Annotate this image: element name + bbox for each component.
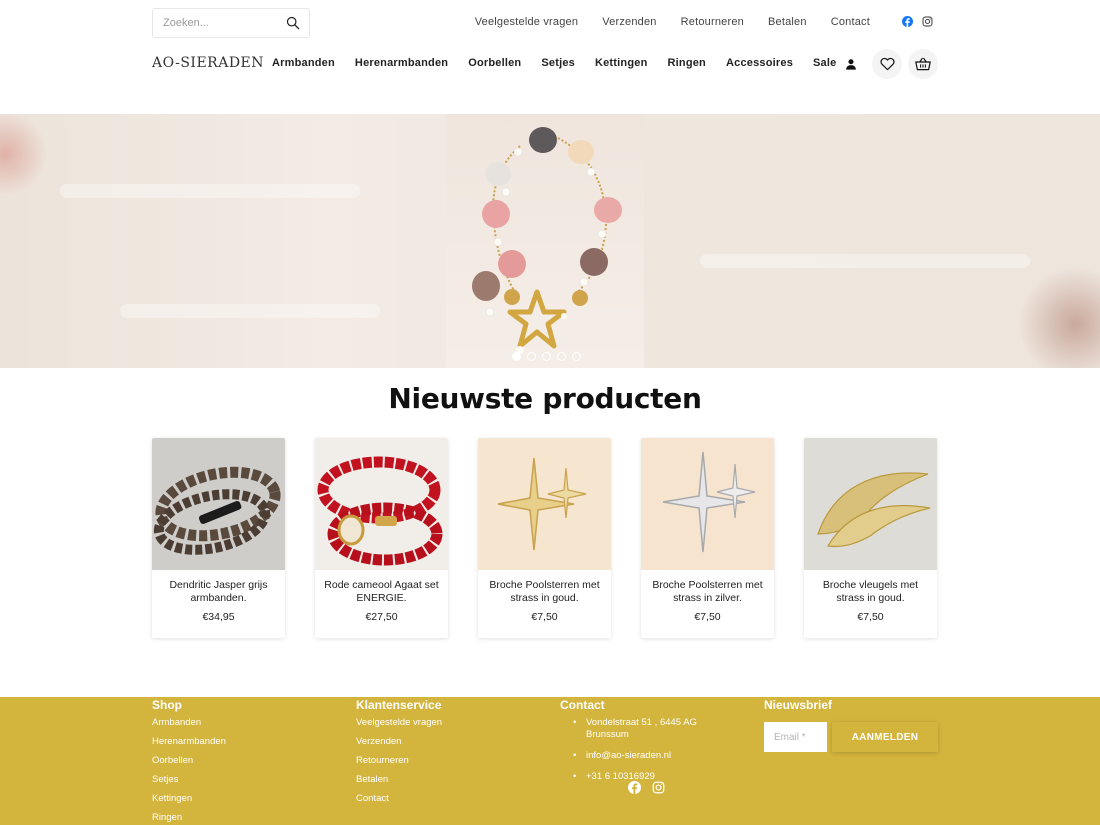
nav-item-sale[interactable]: Sale [813,57,836,69]
basket-icon [915,57,931,71]
footer-heading: Shop [152,698,182,712]
nav-item-accessoires[interactable]: Accessoires [726,57,793,69]
top-link-faq[interactable]: Veelgestelde vragen [475,16,579,28]
heart-icon [879,57,895,71]
facebook-icon[interactable] [902,16,913,27]
product-title[interactable]: Rode cameool Agaat set ENERGIE. [315,570,448,608]
footer-contact-column: Contact Vondelstraat 51 , 6445 AG Brunss… [560,697,720,794]
product-image [315,438,448,570]
footer-service-column: Klantenservice Veelgestelde vragen Verze… [356,697,442,812]
site-footer: Shop Armbanden Herenarmbanden Oorbellen … [0,697,1100,825]
footer-heading: Contact [560,698,605,712]
footer-shop-column: Shop Armbanden Herenarmbanden Oorbellen … [152,697,226,825]
star-brooch-gold-illustration [497,457,587,551]
bracelet-illustration [472,127,622,354]
footer-link[interactable]: Oorbellen [152,755,226,766]
footer-link[interactable]: Herenarmbanden [152,736,226,747]
newsletter: Nieuwsbrief AANMELDEN [764,697,938,752]
product-card[interactable]: Broche Poolsterren met strass in goud. €… [478,438,611,638]
hero-slider[interactable] [0,114,1100,368]
slider-dot[interactable] [572,352,581,361]
product-title[interactable]: Broche Poolsterren met strass in zilver. [641,570,774,608]
section-title: Nieuwste producten [388,382,702,415]
product-price: €27,50 [365,611,398,623]
top-link-returns[interactable]: Retourneren [681,16,744,28]
product-card[interactable]: Dendritic Jasper grijs armbanden. €34,95 [152,438,285,638]
product-grid: Dendritic Jasper grijs armbanden. €34,95… [152,438,937,638]
search-box [152,8,310,38]
slider-dot[interactable] [542,352,551,361]
hero-background-blur [1020,264,1100,368]
site-logo[interactable]: AO-SIERADEN [152,55,264,71]
footer-link[interactable]: Betalen [356,774,442,785]
nav-item-herenarmbanden[interactable]: Herenarmbanden [355,57,448,69]
slider-dot[interactable] [557,352,566,361]
contact-address: Vondelstraat 51 , 6445 AG Brunssum [560,717,720,741]
hero-background-streak [120,304,380,318]
newsletter-email-input[interactable] [764,722,827,752]
product-image [804,438,937,570]
nav-item-setjes[interactable]: Setjes [541,57,575,69]
wishlist-button[interactable] [872,49,902,79]
instagram-icon[interactable] [652,781,665,794]
top-link-contact[interactable]: Contact [831,16,870,28]
footer-link[interactable]: Verzenden [356,736,442,747]
instagram-icon[interactable] [922,16,933,27]
footer-link[interactable]: Retourneren [356,755,442,766]
contact-email[interactable]: info@ao-sieraden.nl [560,750,720,762]
top-links: Veelgestelde vragen Verzenden Retournere… [475,16,870,28]
nav-item-oorbellen[interactable]: Oorbellen [468,57,521,69]
search-icon[interactable] [286,16,300,30]
slider-dot[interactable] [512,352,521,361]
product-price: €7,50 [694,611,721,623]
nav-item-ringen[interactable]: Ringen [668,57,706,69]
product-image [641,438,774,570]
hero-background-blur [0,114,50,194]
product-title[interactable]: Dendritic Jasper grijs armbanden. [152,570,285,608]
slider-dots [512,352,581,361]
slider-dot[interactable] [527,352,536,361]
hero-background-streak [60,184,360,198]
account-button[interactable] [836,49,866,79]
main-nav: Armbanden Herenarmbanden Oorbellen Setje… [272,57,856,69]
footer-link[interactable]: Contact [356,793,442,804]
footer-heading: Nieuwsbrief [764,698,833,712]
product-price: €7,50 [857,611,884,623]
footer-heading: Klantenservice [356,698,442,712]
footer-link[interactable]: Armbanden [152,717,226,728]
product-price: €7,50 [531,611,558,623]
search-input[interactable] [153,17,277,29]
star-brooch-silver-illustration [662,451,756,553]
top-link-payment[interactable]: Betalen [768,16,807,28]
facebook-icon[interactable] [628,781,641,794]
jasper-bracelet-illustration [153,466,281,555]
wings-brooch-illustration [817,472,931,548]
footer-link[interactable]: Veelgestelde vragen [356,717,442,728]
social-links-top [902,16,933,27]
footer-social-links [628,781,665,794]
user-icon [846,59,856,70]
footer-link[interactable]: Kettingen [152,793,226,804]
product-image [152,438,285,570]
product-card[interactable]: Broche vleugels met strass in goud. €7,5… [804,438,937,638]
product-card[interactable]: Broche Poolsterren met strass in zilver.… [641,438,774,638]
nav-item-kettingen[interactable]: Kettingen [595,57,648,69]
cart-button[interactable] [908,49,938,79]
nav-icons [836,49,938,79]
product-price: €34,95 [202,611,235,623]
contact-list: Vondelstraat 51 , 6445 AG Brunssum info@… [560,717,720,783]
footer-link[interactable]: Setjes [152,774,226,785]
agate-set-illustration [317,456,443,566]
product-title[interactable]: Broche vleugels met strass in goud. [804,570,937,608]
footer-link[interactable]: Ringen [152,812,226,823]
top-link-shipping[interactable]: Verzenden [602,16,656,28]
hero-image [446,114,644,368]
nav-item-armbanden[interactable]: Armbanden [272,57,335,69]
hero-background-streak [700,254,1030,268]
newsletter-subscribe-button[interactable]: AANMELDEN [832,722,938,752]
product-card[interactable]: Rode cameool Agaat set ENERGIE. €27,50 [315,438,448,638]
product-title[interactable]: Broche Poolsterren met strass in goud. [478,570,611,608]
product-image [478,438,611,570]
